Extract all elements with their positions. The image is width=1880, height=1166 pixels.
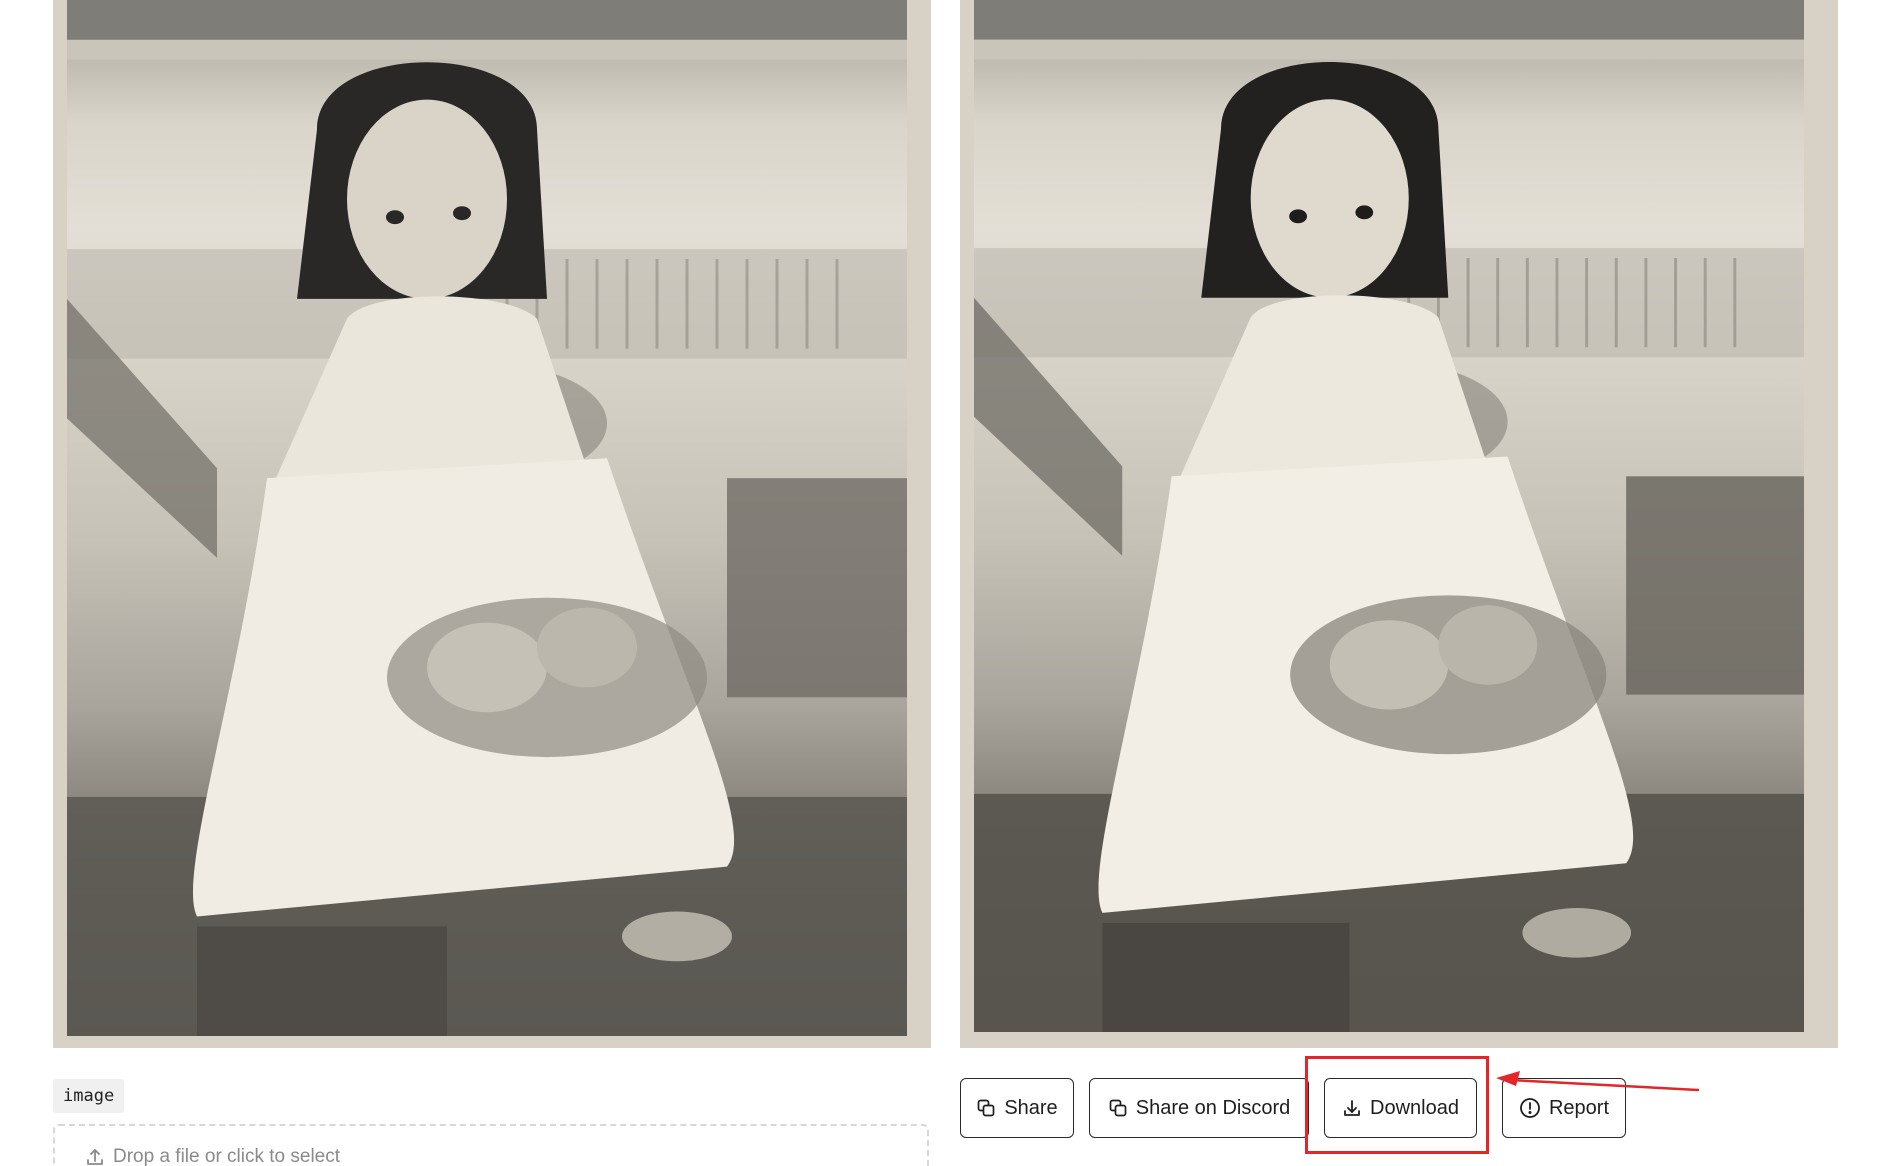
alert-circle-icon: [1520, 1098, 1540, 1118]
input-image-preview[interactable]: [53, 0, 931, 1048]
share-on-discord-button-label: Share on Discord: [1135, 1096, 1291, 1119]
output-image-preview[interactable]: [960, 0, 1838, 1048]
file-drop-zone[interactable]: Drop a file or click to select: [53, 1124, 929, 1166]
share-on-discord-button[interactable]: Share on Discord: [1089, 1078, 1309, 1138]
input-photo: [67, 0, 907, 1036]
annotation-arrow-icon: [1496, 1071, 1700, 1092]
drop-zone-content: Drop a file or click to select: [85, 1146, 340, 1166]
copy-icon: [1109, 1099, 1127, 1117]
image-input-label: image: [53, 1079, 125, 1113]
upload-icon: [87, 1149, 103, 1165]
drop-zone-text: Drop a file or click to select: [113, 1146, 341, 1166]
share-button-label: Share: [1004, 1096, 1058, 1119]
copy-icon: [977, 1099, 995, 1117]
app-page: image Drop a file or click to select Sha…: [0, 0, 1880, 1166]
download-button-label: Download: [1370, 1096, 1459, 1119]
output-photo: [974, 0, 1804, 1032]
report-button-label: Report: [1548, 1096, 1610, 1119]
share-button[interactable]: Share: [960, 1078, 1074, 1138]
download-icon: [1344, 1100, 1360, 1116]
download-button[interactable]: Download: [1324, 1078, 1477, 1138]
